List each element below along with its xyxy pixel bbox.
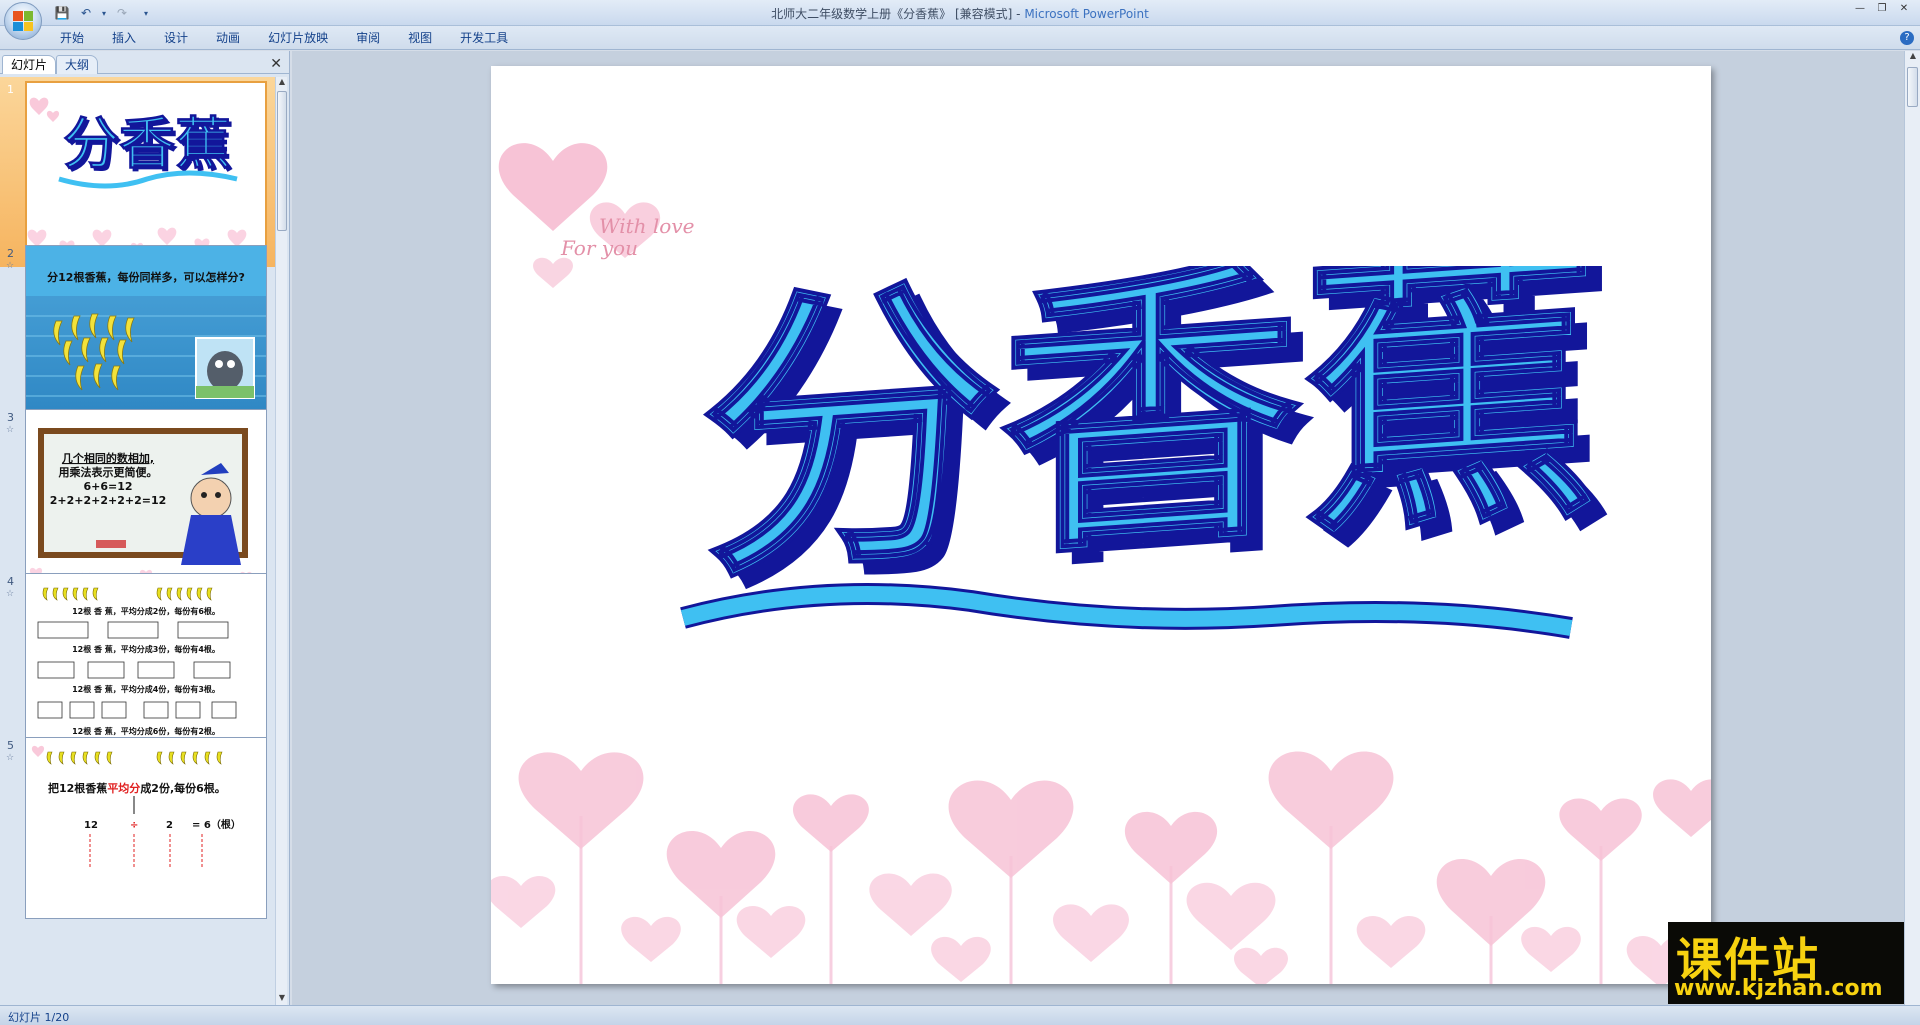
scroll-thumb[interactable] [1907, 67, 1918, 107]
deco-line-1: With love [599, 214, 695, 238]
thumb3-line-2: 用乘法表示更简便。 [59, 465, 158, 479]
pane-tabs: 幻灯片 大纲 ✕ [0, 53, 290, 74]
thumb1-art: 分香蕉 分香蕉 [27, 97, 262, 260]
deco-line-2: For you [561, 236, 638, 260]
thumb5-text-highlight: 平均分 [107, 781, 140, 795]
scroll-up-icon[interactable]: ▲ [1907, 51, 1919, 63]
watermark-logo: 课件站 www.kjzhan.com [1668, 922, 1904, 1004]
window-controls: — ❐ ✕ [1850, 2, 1914, 16]
tab-review[interactable]: 审阅 [342, 26, 394, 50]
scroll-thumb[interactable] [277, 91, 287, 231]
animation-star-icon: ☆ [6, 753, 15, 763]
tab-home[interactable]: 开始 [46, 26, 98, 50]
thumb2-art: 分12根香蕉，每份同样多，可以怎样分? [26, 246, 266, 399]
title-bar: 💾 ↶ ▾ ↷ ▾ 北师大二年级数学上册《分香蕉》 [兼容模式] - Micro… [0, 0, 1920, 26]
thumbnail-image: 分12根香蕉，每份同样多，可以怎样分? [25, 245, 267, 427]
slide-number: 1 [7, 83, 14, 96]
tab-outline[interactable]: 大纲 [56, 55, 99, 74]
ribbon-tabs: 开始 插入 设计 动画 幻灯片放映 审阅 视图 开发工具 [46, 26, 522, 50]
thumbnail-image: 把12根香蕉平均分成2份,每份6根。 12 ÷ 2 = 6（根） [25, 737, 267, 919]
slide-thumbnail-5[interactable]: 5 ☆ 把12根香蕉平均分成2份,每份6根。 12 ÷ 2 = 6（根） [0, 733, 276, 923]
window-title: 北师大二年级数学上册《分香蕉》 [兼容模式] - Microsoft Power… [0, 5, 1920, 22]
minimize-icon[interactable]: — [1850, 2, 1870, 16]
tab-insert[interactable]: 插入 [98, 26, 150, 50]
slide-thumbnail-1[interactable]: 1 分香蕉 分香蕉 [0, 77, 276, 267]
thumb4-art: 12根 香 蕉，平均分成2份，每份有6根。 12根 香 蕉，平均分成3份，每份有… [37, 587, 237, 736]
thumb4-line-3: 12根 香 蕉，平均分成4份，每份有3根。 [72, 684, 220, 694]
thumb5-eq-2: ÷ [130, 820, 138, 831]
thumb1-title: 分香蕉 [63, 112, 231, 177]
slide-title-wordart[interactable]: 分香蕉 分香蕉 [671, 266, 1631, 686]
slide-number: 4 [7, 575, 14, 588]
thumb5-art: 把12根香蕉平均分成2份,每份6根。 12 ÷ 2 = 6（根） [31, 745, 241, 868]
svg-text:把12根香蕉平均分成2份,每份6根。: 把12根香蕉平均分成2份,每份6根。 [48, 781, 226, 795]
close-icon[interactable]: ✕ [1894, 2, 1914, 16]
watermark-url: www.kjzhan.com [1674, 976, 1883, 1001]
tab-slide-show[interactable]: 幻灯片放映 [254, 26, 342, 50]
thumb3-art: 几个相同的数相加, 用乘法表示更简便。 6+6=12 2+2+2+2+2+2=1… [29, 428, 253, 584]
scroll-up-icon[interactable]: ▲ [276, 77, 288, 89]
tab-animations[interactable]: 动画 [202, 26, 254, 50]
slide-thumbnail-list: 1 分香蕉 分香蕉 2 ☆ 分12根香蕉，每份同样多，可以怎样分? 3 ☆ 几个… [0, 77, 276, 1005]
close-pane-icon[interactable]: ✕ [270, 56, 282, 72]
animation-star-icon: ☆ [6, 589, 15, 599]
thumb5-text-after: 成2份,每份6根。 [140, 781, 226, 795]
thumb3-line-4: 2+2+2+2+2+2=12 [50, 494, 167, 507]
office-logo-icon [13, 11, 33, 31]
status-bar: 幻灯片 1/20 [0, 1005, 1920, 1025]
editing-area-scrollbar[interactable]: ▲ [1904, 51, 1920, 1005]
animation-star-icon: ☆ [6, 425, 15, 435]
thumb4-line-2: 12根 香 蕉，平均分成3份，每份有4根。 [72, 644, 220, 654]
thumb5-text-before: 把12根香蕉 [48, 781, 107, 795]
tab-design[interactable]: 设计 [150, 26, 202, 50]
thumbnail-image: 几个相同的数相加, 用乘法表示更简便。 6+6=12 2+2+2+2+2+2=1… [25, 409, 267, 591]
slide-number: 3 [7, 411, 14, 424]
document-title: 北师大二年级数学上册《分香蕉》 [兼容模式] - [771, 7, 1025, 21]
tab-view[interactable]: 视图 [394, 26, 446, 50]
ribbon-tab-bar: 开始 插入 设计 动画 幻灯片放映 审阅 视图 开发工具 ? [0, 26, 1920, 50]
slides-pane-scrollbar[interactable]: ▲ ▼ [275, 77, 287, 1005]
thumbnail-image: 12根 香 蕉，平均分成2份，每份有6根。 12根 香 蕉，平均分成3份，每份有… [25, 573, 267, 755]
thumb5-eq-4: = 6（根） [192, 818, 241, 831]
app-name: Microsoft PowerPoint [1024, 7, 1149, 21]
slide-thumbnail-4[interactable]: 4 ☆ 12根 香 蕉，平均分成2份，每份有6根。 12根 香 蕉，平均分成3份… [0, 569, 276, 759]
thumbnail-image: 分香蕉 分香蕉 [25, 81, 267, 263]
tab-developer[interactable]: 开发工具 [446, 26, 522, 50]
slide-thumbnail-3[interactable]: 3 ☆ 几个相同的数相加, 用乘法表示更简便。 6+6=12 2+2+2+2+2… [0, 405, 276, 595]
thumb5-eq-3: 2 [166, 820, 173, 831]
slide-editing-area: With love For you 分香蕉 分香蕉 [292, 51, 1904, 1005]
thumb3-line-3: 6+6=12 [83, 480, 132, 493]
slide-number: 2 [7, 247, 14, 260]
slide-number: 5 [7, 739, 14, 752]
animation-star-icon: ☆ [6, 261, 15, 271]
thumb5-eq-1: 12 [84, 820, 98, 831]
thumb4-line-1: 12根 香 蕉，平均分成2份，每份有6根。 [72, 606, 220, 616]
restore-icon[interactable]: ❐ [1872, 2, 1892, 16]
help-icon[interactable]: ? [1900, 31, 1914, 45]
current-slide[interactable]: With love For you 分香蕉 分香蕉 [491, 66, 1711, 984]
thumb2-question: 分12根香蕉，每份同样多，可以怎样分? [47, 270, 245, 284]
office-button[interactable] [4, 2, 42, 40]
scroll-down-icon[interactable]: ▼ [276, 993, 288, 1005]
slide-thumbnail-2[interactable]: 2 ☆ 分12根香蕉，每份同样多，可以怎样分? [0, 241, 276, 431]
slides-pane: 幻灯片 大纲 ✕ 1 分香蕉 分香蕉 2 ☆ 分12根香蕉，每份同样多，可以怎样… [0, 51, 290, 1005]
thumb3-line-1: 几个相同的数相加, [62, 451, 154, 465]
slide-counter: 幻灯片 1/20 [8, 1011, 70, 1024]
tab-slides[interactable]: 幻灯片 [2, 55, 57, 74]
